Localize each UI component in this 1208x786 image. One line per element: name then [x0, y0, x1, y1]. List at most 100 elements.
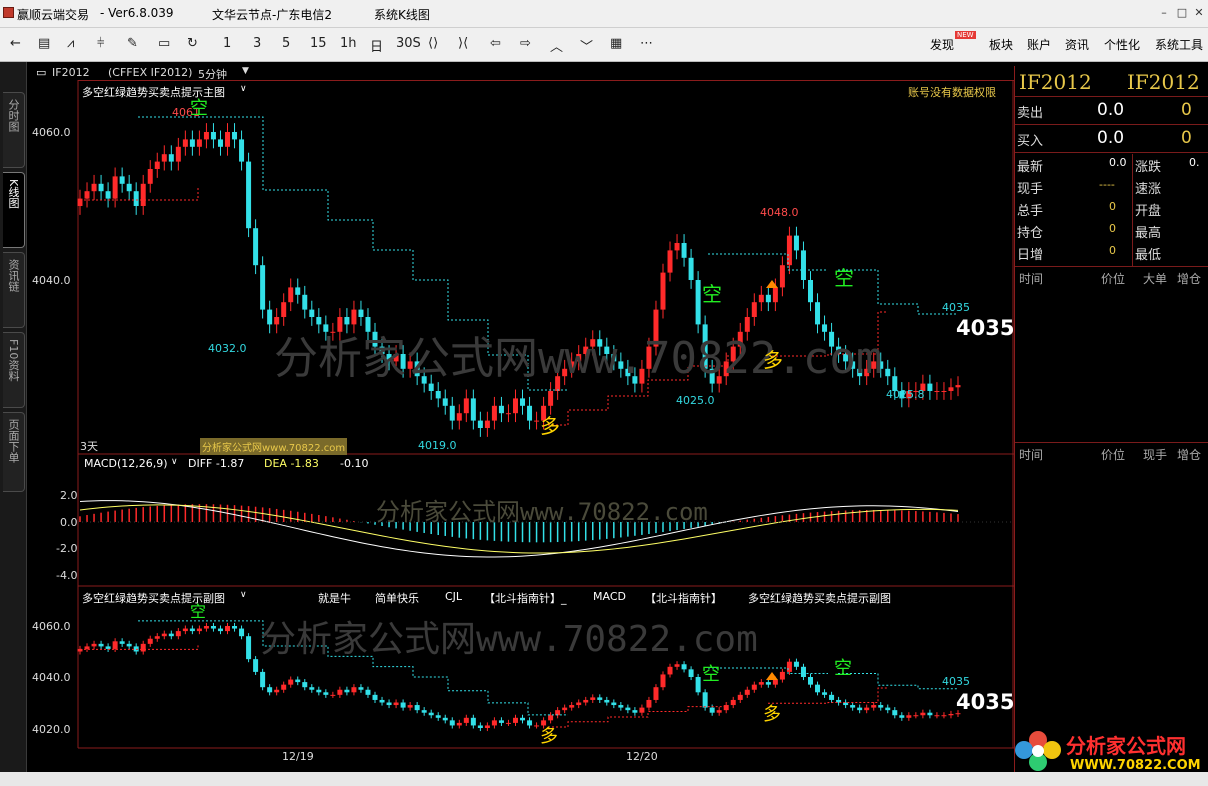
status-bar: [0, 772, 1208, 786]
sub-candle-body: [899, 715, 905, 718]
candle-body: [751, 302, 757, 317]
trade-table-header-time: 时间: [1019, 448, 1044, 462]
sub-candle-body: [793, 661, 799, 667]
grid-icon[interactable]: ▦: [610, 36, 622, 51]
sub-candle-body: [857, 707, 863, 711]
app-name: 赢顺云端交易: [17, 8, 90, 22]
trend-step-line: [838, 269, 958, 315]
maximize-icon[interactable]: □: [1176, 7, 1188, 19]
sub-candle-body: [393, 702, 399, 706]
annotation-high-4048: 4048.0: [760, 206, 799, 219]
period-1m-button[interactable]: 1: [223, 36, 231, 51]
menu-account[interactable]: 账户: [1027, 36, 1051, 53]
sub-tab-7[interactable]: 多空红绿趋势买卖点提示副图: [748, 590, 891, 606]
period-15m-button[interactable]: 15: [310, 36, 327, 51]
sub-candle-body: [920, 712, 926, 716]
macd-ytick-0: 0.0: [60, 516, 78, 529]
sub-candle-body: [379, 699, 385, 703]
candle-body: [175, 146, 181, 162]
back-icon[interactable]: ←: [10, 36, 21, 51]
sub-tab-3[interactable]: CJL: [445, 590, 462, 603]
menu-discover[interactable]: 发现: [930, 36, 954, 53]
more-icon[interactable]: ⋯: [640, 36, 653, 51]
candle-body: [295, 287, 301, 295]
sub-tab-5[interactable]: MACD: [593, 590, 626, 603]
period-day-button[interactable]: 日: [370, 36, 383, 55]
main-indicator-dropdown-icon[interactable]: ∨: [240, 84, 247, 94]
tab-kline-label: K线图: [7, 179, 20, 209]
refresh-icon[interactable]: ↻: [187, 36, 198, 51]
short-marker-2: 空: [702, 282, 722, 306]
sub-candle-body: [807, 677, 813, 685]
macd-dropdown-icon[interactable]: ∨: [171, 457, 178, 467]
tab-news-chain[interactable]: 资讯链: [3, 252, 25, 328]
stat-label: 持仓: [1017, 226, 1044, 241]
separator: [1015, 442, 1208, 443]
stat-value: 0: [1109, 200, 1116, 213]
quote-symbol-left: IF2012: [1019, 70, 1092, 94]
candle-body: [512, 398, 518, 414]
tab-news-chain-label: 资讯链: [7, 259, 20, 292]
candle-body: [807, 280, 813, 303]
draw-icon[interactable]: ✎: [127, 36, 138, 51]
sub-tab-2[interactable]: 简单快乐: [375, 590, 419, 606]
candle-body: [260, 265, 266, 310]
zoom-out-icon[interactable]: ⟩⟨: [458, 36, 468, 51]
sub-candle-body: [590, 697, 596, 700]
sub-watermark: 分析家公式网www.70822.com: [260, 619, 758, 660]
candle-body: [140, 183, 146, 206]
sub-candle-body: [730, 699, 736, 706]
sub-trend-step-line: [768, 687, 888, 704]
menu-news[interactable]: 资讯: [1065, 36, 1089, 53]
brand-logo: 分析家公式网 WWW.70822.COM: [1008, 722, 1204, 778]
period-dropdown-icon[interactable]: ▼: [242, 66, 249, 76]
sub-tab-4[interactable]: 【北斗指南针】_: [484, 590, 567, 606]
stat-value: ----: [1099, 178, 1115, 191]
period-1h-button[interactable]: 1h: [340, 36, 357, 51]
tab-timeshare[interactable]: 分时图: [3, 92, 25, 168]
period-3m-button[interactable]: 3: [253, 36, 261, 51]
sub-candle-body: [934, 715, 940, 717]
annotation-low-4019: 4019.0: [418, 439, 457, 452]
sub-candle-body: [786, 661, 792, 672]
candle-body: [527, 405, 533, 421]
data-permission-notice: 账号没有数据权限: [908, 86, 996, 99]
candle-icon[interactable]: ⫩: [97, 36, 104, 51]
period-5m-button[interactable]: 5: [282, 36, 290, 51]
minimize-icon[interactable]: –: [1158, 7, 1170, 19]
sub-candle-body: [941, 715, 947, 717]
down-icon[interactable]: ﹀: [580, 36, 593, 55]
period-30s-button[interactable]: 30S: [396, 36, 421, 51]
sub-trend-step-line: [548, 702, 729, 728]
tab-f10[interactable]: F10资料: [3, 332, 25, 408]
candle-body: [793, 235, 799, 251]
right-arrow-icon[interactable]: ⇨: [520, 36, 531, 51]
line-chart-icon[interactable]: ⩘: [67, 36, 74, 51]
sub-candle-body: [477, 725, 483, 728]
menu-sectors[interactable]: 板块: [989, 36, 1013, 53]
sub-indicator-dropdown-icon[interactable]: ∨: [240, 590, 247, 600]
tab-page-order[interactable]: 页面下单: [3, 412, 25, 492]
menu-system-tools[interactable]: 系统工具: [1155, 36, 1208, 53]
save-icon[interactable]: ▭: [158, 36, 170, 51]
sub-candle-body: [246, 636, 252, 660]
candle-body: [239, 139, 245, 162]
close-icon[interactable]: ✕: [1193, 7, 1205, 19]
menu-personalize[interactable]: 个性化: [1104, 36, 1140, 53]
macd-title[interactable]: MACD(12,26,9): [84, 457, 168, 470]
chart-area[interactable]: 多空红绿趋势买卖点提示主图 ∨ 账号没有数据权限 4060.0 4040.0 3…: [28, 80, 1014, 772]
sell-volume: 0: [1181, 100, 1192, 120]
sub-tab-6[interactable]: 【北斗指南针】: [645, 590, 722, 606]
tab-kline[interactable]: K线图: [3, 172, 25, 248]
sub-candle-body: [604, 699, 610, 703]
list-icon[interactable]: ▤: [38, 36, 50, 51]
up-icon[interactable]: ︿: [550, 36, 563, 55]
sub-candle-body: [695, 677, 701, 693]
sub-tab-1[interactable]: 就是牛: [318, 590, 351, 606]
sub-candle-body: [196, 628, 202, 632]
annotation-low-4032: 4032.0: [208, 342, 247, 355]
level-label: 4035: [942, 301, 970, 314]
chart-canvas[interactable]: [28, 80, 1014, 772]
zoom-in-icon[interactable]: ⟨⟩: [428, 36, 438, 51]
left-arrow-icon[interactable]: ⇦: [490, 36, 501, 51]
